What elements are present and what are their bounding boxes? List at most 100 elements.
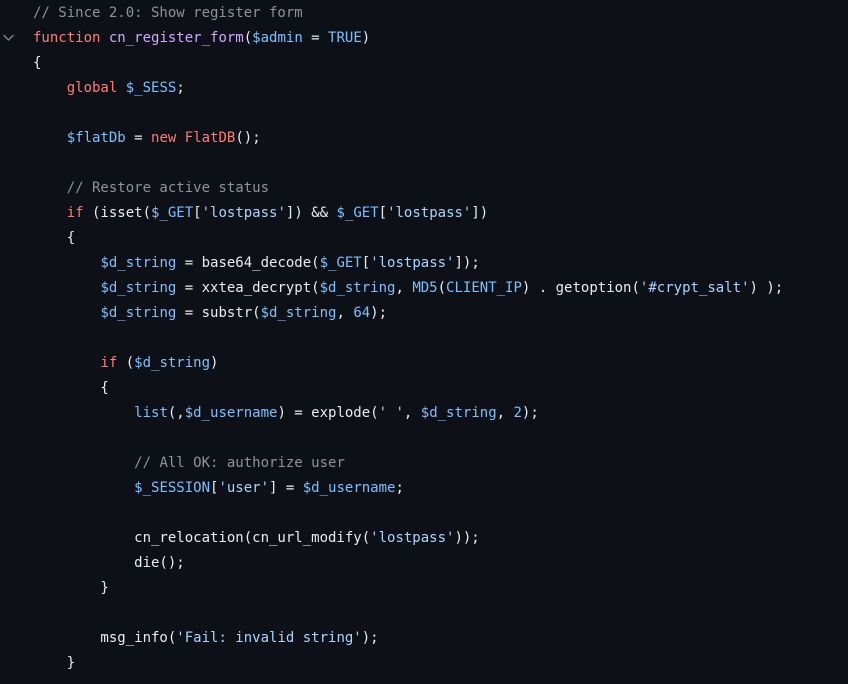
code-text: list(,$d_username) = explode(' ', $d_str…	[33, 401, 539, 426]
token-plain: ]) &&	[285, 205, 337, 221]
code-line[interactable]: // All OK: authorize user	[0, 451, 848, 476]
token-plain: msg_info(	[33, 630, 177, 646]
code-text: msg_info('Fail: invalid string');	[33, 626, 379, 651]
token-plain: =	[302, 30, 329, 46]
code-line[interactable]	[0, 426, 848, 451]
token-plain: )	[361, 30, 371, 46]
chevron-down-icon[interactable]	[0, 26, 22, 51]
code-text: }	[33, 576, 108, 601]
token-keyword: FlatDB	[184, 130, 236, 146]
code-text: if ($d_string)	[33, 351, 218, 376]
token-plain: ) . getoption(	[521, 280, 640, 296]
token-string: 'Fail: invalid string'	[176, 630, 362, 646]
token-comment: // Since 2.0: Show register form	[33, 5, 303, 21]
code-line[interactable]: msg_info('Fail: invalid string');	[0, 626, 848, 651]
token-plain: [	[361, 255, 371, 271]
token-string: ' '	[378, 405, 404, 421]
code-line[interactable]	[0, 101, 848, 126]
token-var: $_SESSION	[134, 480, 211, 496]
code-text: }	[33, 651, 75, 676]
token-var: $_SESS	[125, 80, 177, 96]
token-plain: = substr(	[176, 305, 261, 321]
code-line[interactable]: global $_SESS;	[0, 76, 848, 101]
token-var: $d_string	[100, 280, 177, 296]
token-fn: cn_register_form	[108, 30, 244, 46]
code-text: {	[33, 51, 41, 76]
code-line[interactable]: {	[0, 226, 848, 251]
code-line[interactable]: }	[0, 651, 848, 676]
token-plain: [	[378, 205, 388, 221]
token-plain: [	[193, 205, 202, 221]
token-plain: die();	[33, 555, 185, 571]
token-plain: ,	[403, 405, 421, 421]
token-plain: ,	[395, 280, 413, 296]
token-var: $d_string	[319, 280, 396, 296]
token-plain: ));	[454, 530, 480, 546]
token-plain: = base64_decode(	[176, 255, 320, 271]
code-text: cn_relocation(cn_url_modify('lostpass'))…	[33, 526, 480, 551]
token-var: $_GET	[336, 205, 379, 221]
code-line[interactable]: die();	[0, 551, 848, 576]
token-const: CLIENT_IP	[446, 280, 522, 296]
code-line[interactable]: $d_string = substr($d_string, 64);	[0, 301, 848, 326]
code-line[interactable]: function cn_register_form($admin = TRUE)	[0, 26, 848, 51]
token-const: TRUE	[328, 30, 362, 46]
token-plain: );	[521, 405, 539, 421]
code-text: die();	[33, 551, 185, 576]
token-var: $d_string	[134, 355, 211, 371]
token-plain: ])	[471, 205, 489, 221]
code-text: // Restore active status	[33, 176, 269, 201]
code-line[interactable]: $d_string = base64_decode($_GET['lostpas…	[0, 251, 848, 276]
code-line[interactable]	[0, 151, 848, 176]
token-string: 'lostpass'	[201, 205, 286, 221]
code-text: $flatDb = new FlatDB();	[33, 126, 261, 151]
token-plain: ,	[496, 405, 514, 421]
code-line[interactable]: {	[0, 376, 848, 401]
token-string: 'lostpass'	[370, 255, 455, 271]
code-text: // Since 2.0: Show register form	[33, 1, 303, 26]
token-var: $d_username	[302, 480, 396, 496]
token-const: MD5	[412, 280, 438, 296]
code-line[interactable]: }	[0, 576, 848, 601]
code-line[interactable]: // Since 2.0: Show register form	[0, 1, 848, 26]
code-line[interactable]: list(,$d_username) = explode(' ', $d_str…	[0, 401, 848, 426]
code-line[interactable]: if ($d_string)	[0, 351, 848, 376]
code-line[interactable]: if (isset($_GET['lostpass']) && $_GET['l…	[0, 201, 848, 226]
token-plain: (isset(	[83, 205, 152, 221]
token-string: 'lostpass'	[387, 205, 472, 221]
token-plain: ]);	[454, 255, 480, 271]
code-line[interactable]: cn_relocation(cn_url_modify('lostpass'))…	[0, 526, 848, 551]
code-line[interactable]: // Restore active status	[0, 176, 848, 201]
code-line[interactable]: $d_string = xxtea_decrypt($d_string, MD5…	[0, 276, 848, 301]
token-var: $flatDb	[66, 130, 126, 146]
token-plain: {	[33, 55, 42, 71]
code-line[interactable]	[0, 601, 848, 626]
code-line[interactable]: $_SESSION['user'] = $d_username;	[0, 476, 848, 501]
code-line[interactable]: {	[0, 51, 848, 76]
code-text: global $_SESS;	[33, 76, 185, 101]
code-line[interactable]: $flatDb = new FlatDB();	[0, 126, 848, 151]
code-line[interactable]	[0, 326, 848, 351]
code-text: $d_string = substr($d_string, 64);	[33, 301, 387, 326]
token-var: $admin	[252, 30, 303, 46]
token-comment: // All OK: authorize user	[134, 455, 345, 471]
code-editor[interactable]: // Since 2.0: Show register form function…	[0, 0, 848, 684]
token-var: $d_string	[100, 255, 177, 271]
token-string: 'lostpass'	[370, 530, 455, 546]
token-plain: );	[361, 630, 379, 646]
token-plain: ) );	[749, 280, 784, 296]
code-line[interactable]	[0, 501, 848, 526]
code-text: $_SESSION['user'] = $d_username;	[33, 476, 404, 501]
token-plain: ();	[235, 130, 261, 146]
